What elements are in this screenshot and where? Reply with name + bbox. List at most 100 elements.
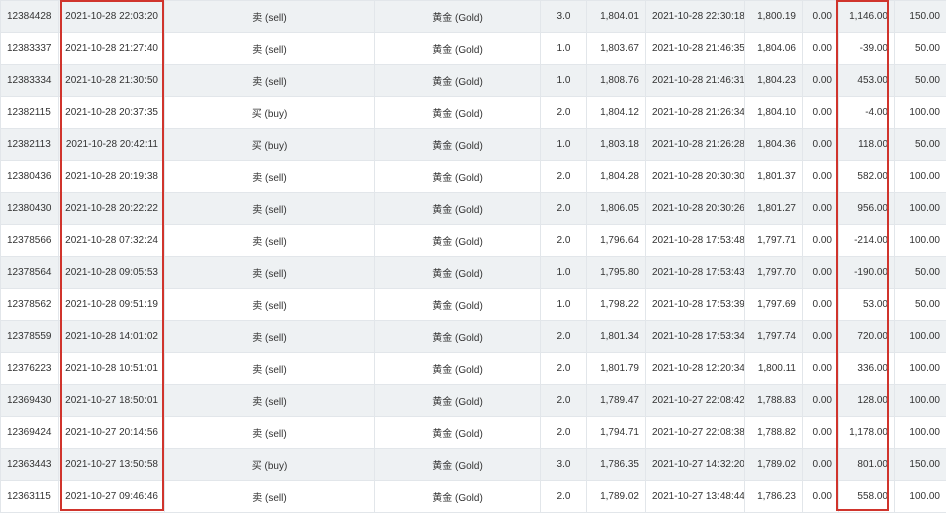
table-row: 12376223 2021-10-28 10:51:01 卖 (sell) 黄金 (G…	[0, 352, 946, 385]
profit-cell: 801.00	[838, 448, 895, 481]
commission-cell: 0.00	[802, 0, 839, 33]
close-price-cell: 1,797.69	[744, 288, 803, 321]
open-price-cell: 1,804.28	[586, 160, 646, 193]
volume-cell: 2.0	[540, 416, 587, 449]
table-row: 12369424 2021-10-27 20:14:56 卖 (sell) 黄金 (G…	[0, 416, 946, 449]
trade-type-cell: 卖 (sell)	[164, 480, 375, 513]
close-price-cell: 1,797.70	[744, 256, 803, 289]
points-cell: 50.00	[894, 288, 946, 321]
close-time-cell: 2021-10-27 22:08:38	[645, 416, 745, 449]
trade-type-cell: 卖 (sell)	[164, 416, 375, 449]
ticket-cell: 12369424	[0, 416, 59, 449]
trade-type-cell: 卖 (sell)	[164, 288, 375, 321]
ticket-cell: 12380436	[0, 160, 59, 193]
volume-cell: 1.0	[540, 32, 587, 65]
symbol-cell: 黄金 (Gold)	[374, 480, 541, 513]
trade-type-cell: 卖 (sell)	[164, 32, 375, 65]
open-price-cell: 1,796.64	[586, 224, 646, 257]
ticket-cell: 12383337	[0, 32, 59, 65]
open-price-cell: 1,786.35	[586, 448, 646, 481]
commission-cell: 0.00	[802, 288, 839, 321]
points-cell: 100.00	[894, 224, 946, 257]
open-price-cell: 1,801.79	[586, 352, 646, 385]
open-time-cell: 2021-10-28 09:05:53	[58, 256, 165, 289]
close-time-cell: 2021-10-28 20:30:26	[645, 192, 745, 225]
points-cell: 100.00	[894, 352, 946, 385]
table-row: 12369430 2021-10-27 18:50:01 卖 (sell) 黄金 (G…	[0, 384, 946, 417]
close-price-cell: 1,797.71	[744, 224, 803, 257]
close-time-cell: 2021-10-28 21:26:28	[645, 128, 745, 161]
ticket-cell: 12378559	[0, 320, 59, 353]
open-time-cell: 2021-10-27 09:46:46	[58, 480, 165, 513]
commission-cell: 0.00	[802, 64, 839, 97]
open-price-cell: 1,803.67	[586, 32, 646, 65]
volume-cell: 2.0	[540, 192, 587, 225]
trade-type-cell: 卖 (sell)	[164, 160, 375, 193]
volume-cell: 1.0	[540, 128, 587, 161]
open-time-cell: 2021-10-28 10:51:01	[58, 352, 165, 385]
trade-type-cell: 卖 (sell)	[164, 384, 375, 417]
open-time-cell: 2021-10-27 13:50:58	[58, 448, 165, 481]
profit-cell: -190.00	[838, 256, 895, 289]
points-cell: 100.00	[894, 160, 946, 193]
volume-cell: 2.0	[540, 384, 587, 417]
table-row: 12384428 2021-10-28 22:03:20 卖 (sell) 黄金 (G…	[0, 0, 946, 33]
close-price-cell: 1,804.06	[744, 32, 803, 65]
points-cell: 100.00	[894, 480, 946, 513]
table-row: 12378562 2021-10-28 09:51:19 卖 (sell) 黄金 (G…	[0, 288, 946, 321]
ticket-cell: 12384428	[0, 0, 59, 33]
open-price-cell: 1,798.22	[586, 288, 646, 321]
open-price-cell: 1,789.47	[586, 384, 646, 417]
profit-cell: -214.00	[838, 224, 895, 257]
points-cell: 100.00	[894, 384, 946, 417]
points-cell: 150.00	[894, 0, 946, 33]
volume-cell: 2.0	[540, 320, 587, 353]
table-row: 12363443 2021-10-27 13:50:58 买 (buy) 黄金 (Go…	[0, 448, 946, 481]
profit-cell: 336.00	[838, 352, 895, 385]
close-price-cell: 1,804.36	[744, 128, 803, 161]
ticket-cell: 12378564	[0, 256, 59, 289]
table-row: 12380430 2021-10-28 20:22:22 卖 (sell) 黄金 (G…	[0, 192, 946, 225]
volume-cell: 2.0	[540, 96, 587, 129]
ticket-cell: 12383334	[0, 64, 59, 97]
open-time-cell: 2021-10-28 20:37:35	[58, 96, 165, 129]
open-price-cell: 1,794.71	[586, 416, 646, 449]
commission-cell: 0.00	[802, 192, 839, 225]
table-row: 12382113 2021-10-28 20:42:11 买 (buy) 黄金 (Go…	[0, 128, 946, 161]
symbol-cell: 黄金 (Gold)	[374, 0, 541, 33]
table-row: 12363115 2021-10-27 09:46:46 卖 (sell) 黄金 (G…	[0, 480, 946, 513]
symbol-cell: 黄金 (Gold)	[374, 96, 541, 129]
close-time-cell: 2021-10-28 22:30:18	[645, 0, 745, 33]
ticket-cell: 12363115	[0, 480, 59, 513]
close-time-cell: 2021-10-27 22:08:42	[645, 384, 745, 417]
symbol-cell: 黄金 (Gold)	[374, 416, 541, 449]
open-price-cell: 1,804.12	[586, 96, 646, 129]
close-time-cell: 2021-10-28 21:46:35	[645, 32, 745, 65]
close-time-cell: 2021-10-28 20:30:30	[645, 160, 745, 193]
close-time-cell: 2021-10-27 14:32:20	[645, 448, 745, 481]
profit-cell: 53.00	[838, 288, 895, 321]
volume-cell: 1.0	[540, 64, 587, 97]
open-time-cell: 2021-10-28 20:19:38	[58, 160, 165, 193]
trade-type-cell: 卖 (sell)	[164, 352, 375, 385]
symbol-cell: 黄金 (Gold)	[374, 224, 541, 257]
ticket-cell: 12376223	[0, 352, 59, 385]
open-time-cell: 2021-10-28 09:51:19	[58, 288, 165, 321]
close-price-cell: 1,800.11	[744, 352, 803, 385]
commission-cell: 0.00	[802, 448, 839, 481]
commission-cell: 0.00	[802, 32, 839, 65]
open-price-cell: 1,806.05	[586, 192, 646, 225]
commission-cell: 0.00	[802, 416, 839, 449]
profit-cell: 558.00	[838, 480, 895, 513]
ticket-cell: 12363443	[0, 448, 59, 481]
profit-cell: 720.00	[838, 320, 895, 353]
symbol-cell: 黄金 (Gold)	[374, 256, 541, 289]
symbol-cell: 黄金 (Gold)	[374, 160, 541, 193]
ticket-cell: 12382115	[0, 96, 59, 129]
trade-type-cell: 卖 (sell)	[164, 256, 375, 289]
commission-cell: 0.00	[802, 352, 839, 385]
close-price-cell: 1,789.02	[744, 448, 803, 481]
table-row: 12378566 2021-10-28 07:32:24 卖 (sell) 黄金 (G…	[0, 224, 946, 257]
points-cell: 50.00	[894, 128, 946, 161]
close-price-cell: 1,804.23	[744, 64, 803, 97]
